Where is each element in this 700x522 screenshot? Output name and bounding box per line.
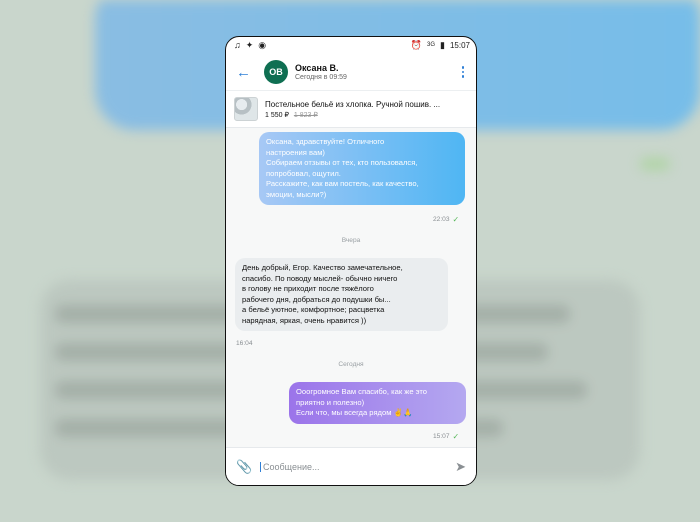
- attach-icon[interactable]: 📎: [236, 459, 254, 475]
- message-line: а бельё уютное, комфортное; расцветка: [242, 305, 385, 314]
- day-separator: Вчера: [341, 237, 361, 244]
- product-card[interactable]: Постельное бельё из хлопка. Ручной пошив…: [226, 91, 476, 128]
- background-blur-check: [640, 158, 670, 170]
- message-line: Если что, мы всегда рядом ✌️🙏: [296, 408, 413, 417]
- sparkle-icon: ✦: [245, 40, 254, 50]
- avatar[interactable]: ОВ: [264, 60, 288, 84]
- message-line: попробовал, ощутил.: [266, 168, 341, 178]
- product-thumbnail: [234, 97, 258, 121]
- chat-header: ← ОВ Оксана В. Сегодня в 09:59: [226, 54, 476, 91]
- message-line: эмоции, мысли?): [266, 189, 327, 199]
- contact-info[interactable]: Оксана В. Сегодня в 09:59: [295, 63, 458, 81]
- chat-area[interactable]: Оксана, здравствуйте! Отличного настроен…: [226, 128, 476, 464]
- alarm-icon: ⏰: [410, 40, 422, 50]
- status-bar: ♫ ✦ ◉ ⏰ 3G ▮ 15:07: [226, 37, 476, 54]
- message-meta: 22:03 ✓: [433, 215, 459, 224]
- music-icon: ♫: [234, 40, 241, 50]
- message-line: спасибо. По поводу мыслей- обычно ничего: [242, 273, 398, 283]
- message-line: рабочего дня, добраться до подушки бы...: [242, 294, 391, 304]
- product-price-row: 1 550 ₽ 1 823 ₽: [265, 111, 440, 119]
- last-seen: Сегодня в 09:59: [295, 74, 347, 81]
- day-separator: Сегодня: [338, 361, 364, 368]
- message-composer: 📎 ➤: [226, 447, 476, 485]
- message-line: в голову не приходит после тяжёлого: [242, 284, 374, 293]
- message-line: День добрый, Егор. Качество замечательно…: [242, 263, 403, 272]
- message-time: 22:03: [433, 216, 450, 223]
- message-line: нарядная, яркая, очень нравится )): [242, 315, 367, 325]
- message-line: Ооогромное Вам спасибо, как же это: [296, 387, 428, 396]
- product-title: Постельное бельё из хлопка. Ручной пошив…: [265, 99, 441, 109]
- media-icon: ◉: [258, 40, 267, 50]
- product-price: 1 550 ₽: [265, 111, 289, 119]
- message-incoming[interactable]: День добрый, Егор. Качество замечательно…: [235, 258, 448, 331]
- message-input[interactable]: [263, 461, 433, 472]
- signal-icon: 3G: [427, 42, 436, 48]
- message-line: Собираем отзывы от тех, кто пользовался,: [266, 158, 418, 167]
- message-meta: 16:04: [236, 340, 253, 347]
- message-outgoing[interactable]: Ооогромное Вам спасибо, как же это прият…: [289, 382, 466, 424]
- message-line: приятно и полезно): [296, 397, 365, 407]
- more-options-icon[interactable]: [458, 66, 468, 78]
- status-time: 15:07: [449, 41, 470, 50]
- contact-name: Оксана В.: [295, 63, 339, 73]
- message-line: Расскажите, как вам постель, как качеств…: [266, 179, 419, 188]
- product-old-price: 1 823 ₽: [293, 111, 318, 119]
- read-check-icon: ✓: [452, 215, 460, 224]
- message-time: 16:04: [236, 340, 253, 347]
- message-meta: 15:07 ✓: [433, 432, 459, 441]
- message-line: Оксана, здравствуйте! Отличного: [266, 137, 385, 146]
- message-outgoing[interactable]: Оксана, здравствуйте! Отличного настроен…: [259, 132, 465, 205]
- text-caret: [260, 461, 261, 472]
- send-icon[interactable]: ➤: [455, 459, 466, 475]
- message-time: 15:07: [433, 433, 450, 440]
- phone-screen: ♫ ✦ ◉ ⏰ 3G ▮ 15:07 ← ОВ Оксана В. Сегодн…: [225, 36, 477, 486]
- battery-icon: ▮: [440, 40, 445, 50]
- read-check-icon: ✓: [452, 432, 460, 441]
- message-line: настроения вам): [266, 147, 325, 157]
- back-arrow-icon[interactable]: ←: [236, 64, 258, 81]
